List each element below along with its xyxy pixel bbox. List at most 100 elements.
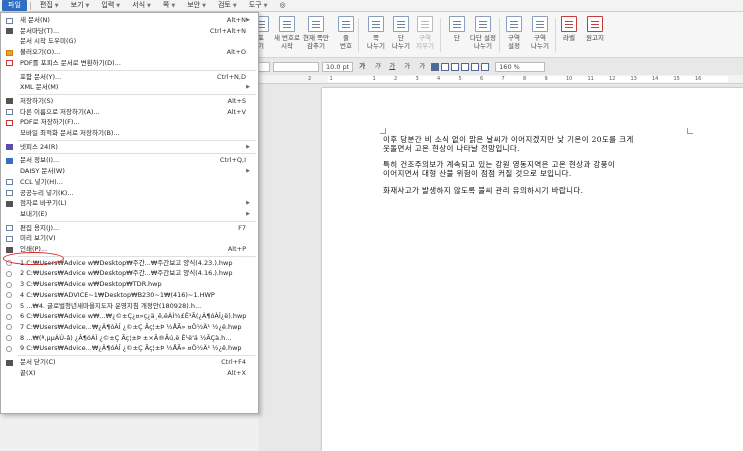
align-center-button[interactable]: [451, 63, 460, 71]
ribbon-button-11[interactable]: 라벨: [561, 16, 577, 42]
menu-2[interactable]: 보기 ▼: [65, 0, 96, 11]
file-menu-item[interactable]: 6 C:₩Users₩Advice w₩...₩¿©±Ç¿¤»ç¿ä¸ê,ëÀÌ…: [1, 311, 258, 322]
file-menu-item[interactable]: 4 C:₩Users₩ADVICE~1₩Desktop₩B230~1₩(416)…: [1, 290, 258, 301]
file-menu-item[interactable]: 문서 정보(I)... Ctrl+Q,I: [1, 155, 258, 166]
menu-8[interactable]: 도구 ▼: [243, 0, 274, 11]
file-menu-item[interactable]: 5 ...₩4. 글로벌청년새마을지도자 운영지침 개정안(180928).h.…: [1, 301, 258, 312]
font-size-field[interactable]: 10.0 pt: [322, 62, 354, 72]
file-menu-item[interactable]: 편집 용지(J)... F7: [1, 223, 258, 234]
file-menu-item[interactable]: 8 ...₩(ª,µµÀÚ-â) ¿Â¶óÀÎ ¿©±Ç Ãç¦±Þ ±×Ã®Ã…: [1, 333, 258, 344]
file-menu-item[interactable]: 저장하기(S) Alt+S: [1, 96, 258, 107]
bold-button[interactable]: 가: [356, 62, 368, 72]
ribbon-button-3[interactable]: 줄 번호: [338, 16, 354, 50]
menu-3[interactable]: 입력 ▼: [95, 0, 126, 11]
file-menu-item[interactable]: 보내기(E) ▶: [1, 209, 258, 220]
ribbon-button-10[interactable]: 구역 나누기: [531, 16, 549, 50]
file-menu-item[interactable]: 끝(X) Alt+X: [1, 368, 258, 379]
menu-shortcut: Alt+N: [226, 16, 246, 24]
ribbon-button-4[interactable]: 쪽 나누기: [367, 16, 385, 50]
align-justify-button[interactable]: [431, 63, 440, 71]
menu-4[interactable]: 서식 ▼: [126, 0, 157, 11]
underline-button[interactable]: 가: [386, 62, 398, 72]
ribbon-button-2[interactable]: 현재 쪽만 감추기: [303, 16, 329, 50]
ribbon-button-8[interactable]: 다단 설정 나누기: [470, 16, 496, 50]
ribbon-button-12[interactable]: 원고지: [586, 16, 604, 42]
file-menu-item[interactable]: 포함 문서(Y)... Ctrl+N,D: [1, 72, 258, 83]
page-break-icon: [367, 16, 384, 32]
pdf-save-icon: [6, 119, 13, 126]
italic-button[interactable]: 가: [371, 62, 383, 72]
menu-shortcut: Alt+P: [227, 245, 246, 253]
font-color-button[interactable]: 가: [401, 62, 413, 72]
menu-item-label: PDF를 포피스 문서로 변환하기(D)...: [20, 58, 121, 67]
menu-item-label: 문서 닫기(C): [20, 358, 56, 366]
file-menu-item[interactable]: 9 C:₩Users₩Advice...₩¿Â¶óÀÎ ¿©±Ç Ãç¦±Þ ½…: [1, 343, 258, 354]
align-left-button[interactable]: [441, 63, 450, 71]
paragraph-3[interactable]: 화재사고가 발생하지 않도록 불씨 관리 유의하시기 바랍니다.: [383, 186, 583, 195]
ribbon-button-6[interactable]: 구역 지우기: [416, 16, 434, 50]
menu-item-label: PDF로 저장하기(F)...: [20, 118, 80, 127]
menu-item-label: 다른 이름으로 저장하기(A)...: [20, 107, 100, 116]
menu-shortcut: Alt+S: [227, 96, 246, 105]
line-spacing-button[interactable]: [481, 63, 490, 71]
file-menu-item[interactable]: 문서 시작 도우미(G): [1, 36, 258, 47]
file-menu-item[interactable]: 문서 닫기(C) Ctrl+F4: [1, 357, 258, 368]
file-menu-item[interactable]: DAISY 문서(W) ▶: [1, 166, 258, 177]
file-menu-item[interactable]: 2 C:₩Users₩Advice w₩Desktop₩주간...₩주간보고 양…: [1, 268, 258, 279]
align-distribute-button[interactable]: [471, 63, 480, 71]
file-menu-item[interactable]: 불러오기(O)... Alt+O: [1, 47, 258, 58]
blank-icon: [6, 169, 13, 175]
menu-shortcut: Alt+O: [226, 48, 246, 57]
file-menu-item[interactable]: 점자로 바꾸기(L) ▶: [1, 198, 258, 209]
ribbon-label-line1: 단: [454, 34, 460, 42]
menu-item-label: 3 C:₩Users₩Advice w₩Desktop₩TDR.hwp: [20, 280, 162, 289]
style-dropdown[interactable]: [258, 62, 270, 72]
menu-separator: [29, 1, 31, 10]
ribbon-button-7[interactable]: 단: [449, 16, 465, 42]
ribbon-button-9[interactable]: 구역 설정: [506, 16, 522, 50]
file-menu-item[interactable]: PDF로 저장하기(F)...: [1, 117, 258, 128]
ruler-tick: 9: [544, 76, 548, 82]
help-icon[interactable]: ◎: [273, 0, 291, 11]
blank-icon: [6, 85, 13, 91]
ribbon-button-1[interactable]: 새 번호로 시작: [274, 16, 300, 50]
ruler-tick: 7: [501, 76, 505, 82]
menu-6[interactable]: 보안 ▼: [181, 0, 212, 11]
ribbon-button-5[interactable]: 단 나누기: [392, 16, 410, 50]
menu-0[interactable]: 파일: [2, 0, 27, 11]
paragraph-2[interactable]: 특히 건조주의보가 계속되고 있는 강원 영동지역은 고온 현상과 강풍이 이어…: [383, 160, 615, 178]
menu-1[interactable]: 편집 ▼: [34, 0, 65, 11]
document-page[interactable]: 이후 당분간 비 소식 없이 맑은 날씨가 이어지겠지만 낮 기온이 20도를 …: [322, 88, 743, 451]
file-menu-item[interactable]: 7 C:₩Users₩Advice...₩¿Â¶óÀÎ ¿©±Ç Ãç¦±Þ ½…: [1, 322, 258, 333]
file-menu-item[interactable]: 다른 이름으로 저장하기(A)... Alt+V: [1, 107, 258, 118]
columns-icon: [449, 16, 465, 32]
align-right-button[interactable]: [461, 63, 470, 71]
page-number-new-icon: [279, 16, 295, 32]
ribbon-separator: [440, 18, 441, 52]
file-menu-item[interactable]: PDF를 포피스 문서로 변환하기(D)...: [1, 58, 258, 69]
ribbon-label-line2: 나누기: [531, 42, 549, 50]
horizontal-ruler[interactable]: 2 1 1 2 3 4 5 6 7 8 9 10 11 12 13 14 15 16: [258, 75, 743, 84]
menu-5[interactable]: 쪽 ▼: [157, 0, 181, 11]
file-menu-item[interactable]: 미리 보기(V): [1, 233, 258, 244]
file-menu-item[interactable]: 문서마당(T)... Ctrl+Alt+N: [1, 26, 258, 37]
menu-shortcut: Alt+X: [227, 368, 246, 377]
file-menu-item[interactable]: 3 C:₩Users₩Advice w₩Desktop₩TDR.hwp: [1, 279, 258, 290]
file-menu-item[interactable]: 넷피스 24(R) ▶: [1, 142, 258, 153]
file-menu-item[interactable]: 공공누리 넣기(K)...: [1, 188, 258, 199]
section-break-icon: [531, 16, 548, 32]
pin-icon: [6, 324, 12, 331]
highlight-button[interactable]: 가: [416, 62, 428, 72]
ribbon-label-line2: 감추기: [307, 42, 325, 50]
zoom-field[interactable]: 160 %: [495, 62, 546, 72]
menu-7[interactable]: 검토 ▼: [212, 0, 243, 11]
zoom-unit: %: [513, 63, 520, 71]
paragraph-1[interactable]: 이후 당분간 비 소식 없이 맑은 날씨가 이어지겠지만 낮 기온이 20도를 …: [383, 135, 634, 153]
left-panel-background: [0, 414, 259, 451]
file-menu-item[interactable]: XML 문서(M) ▶: [1, 82, 258, 93]
file-menu-item[interactable]: 새 문서(N) Alt+N ▶: [1, 15, 258, 26]
file-menu-item[interactable]: 모바일 최적화 문서로 저장하기(B)...: [1, 128, 258, 139]
font-dropdown[interactable]: [273, 62, 319, 72]
file-menu-item[interactable]: CCL 넣기(H)...: [1, 177, 258, 188]
ribbon-label-line1: 현재 쪽만: [303, 34, 329, 42]
